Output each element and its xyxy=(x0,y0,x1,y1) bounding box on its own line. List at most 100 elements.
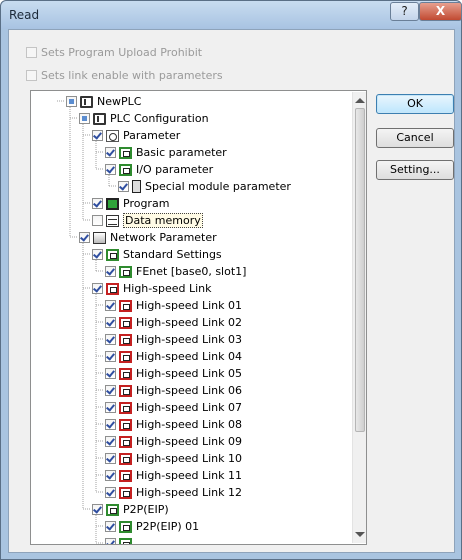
tree-item-label: High-speed Link 06 xyxy=(136,384,242,397)
tree-item[interactable]: High-speed Link 02 xyxy=(105,314,242,331)
link-icon xyxy=(119,299,132,312)
basic-parameter-icon xyxy=(119,146,132,159)
plc-icon xyxy=(80,95,93,108)
tree-item-checkbox[interactable] xyxy=(105,317,116,328)
tree-item[interactable]: Special module parameter xyxy=(118,178,291,195)
tree-item-label: Special module parameter xyxy=(145,180,291,193)
tree-item-label: High-speed Link 07 xyxy=(136,401,242,414)
tree-item[interactable]: High-speed Link 11 xyxy=(105,467,242,484)
tree-item-checkbox[interactable] xyxy=(79,113,90,124)
tree-item[interactable]: High-speed Link 05 xyxy=(105,365,242,382)
tree-item-checkbox[interactable] xyxy=(92,249,103,260)
p2p-icon xyxy=(106,503,119,516)
scroll-up-icon[interactable] xyxy=(355,98,365,103)
tree-item[interactable]: P2P(EIP) xyxy=(92,501,169,518)
tree-item-checkbox[interactable] xyxy=(105,164,116,175)
tree-item-checkbox[interactable] xyxy=(105,385,116,396)
tree-item[interactable]: FEnet [base0, slot1] xyxy=(105,263,246,280)
dialog-body: Sets Program Upload Prohibit Sets link e… xyxy=(8,29,455,553)
tree-item-checkbox[interactable] xyxy=(92,283,103,294)
setting-button[interactable]: Setting... xyxy=(376,160,454,180)
tree-item-label: PLC Configuration xyxy=(110,112,209,125)
tree-item[interactable]: High-speed Link 10 xyxy=(105,450,242,467)
link-icon xyxy=(119,384,132,397)
parameter-tree[interactable]: NewPLC PLC Configuration Parameter Basic pa… xyxy=(30,90,367,545)
tree-item-checkbox[interactable] xyxy=(105,351,116,362)
tree-item-label: High-speed Link 01 xyxy=(136,299,242,312)
cancel-button[interactable]: Cancel xyxy=(376,128,454,148)
link-icon xyxy=(119,435,132,448)
tree-item-checkbox[interactable] xyxy=(105,334,116,345)
tree-item-label: High-speed Link 09 xyxy=(136,435,242,448)
tree-item-checkbox[interactable] xyxy=(105,470,116,481)
tree-item[interactable]: High-speed Link 04 xyxy=(105,348,242,365)
tree-item[interactable]: High-speed Link 08 xyxy=(105,416,242,433)
tree-item-checkbox[interactable] xyxy=(118,181,129,192)
link-icon xyxy=(119,316,132,329)
tree-item[interactable]: NewPLC xyxy=(66,93,141,110)
upload-prohibit-checkbox xyxy=(26,46,37,58)
tree-item[interactable]: Basic parameter xyxy=(105,144,227,161)
module-icon xyxy=(132,180,141,193)
tree-item[interactable]: Network Parameter xyxy=(79,229,217,246)
scroll-thumb[interactable] xyxy=(355,108,365,432)
tree-item-label: High-speed Link 02 xyxy=(136,316,242,329)
tree-item-checkbox[interactable] xyxy=(105,521,116,532)
parameter-icon xyxy=(106,129,119,142)
tree-item[interactable]: High-speed Link xyxy=(92,280,212,297)
tree-item-label: P2P(EIP) xyxy=(123,503,169,516)
tree-item-label: Parameter xyxy=(123,129,181,142)
p2p-icon xyxy=(119,537,132,544)
tree-item-checkbox[interactable] xyxy=(79,232,90,243)
tree-item-checkbox[interactable] xyxy=(66,96,77,107)
tree-item[interactable]: P2P(EIP) 01 xyxy=(105,518,199,535)
tree-item[interactable]: High-speed Link 07 xyxy=(105,399,242,416)
tree-item-checkbox[interactable] xyxy=(92,130,103,141)
tree-item-checkbox[interactable] xyxy=(105,266,116,277)
tree-item-checkbox[interactable] xyxy=(105,436,116,447)
tree-item-checkbox[interactable] xyxy=(105,487,116,498)
tree-item[interactable]: Program xyxy=(92,195,169,212)
tree-item[interactable]: High-speed Link 03 xyxy=(105,331,242,348)
tree-item[interactable]: PLC Configuration xyxy=(79,110,209,127)
tree-item-checkbox[interactable] xyxy=(105,419,116,430)
tree-item-checkbox[interactable] xyxy=(105,147,116,158)
tree-item-label: High-speed Link 10 xyxy=(136,452,242,465)
tree-item[interactable]: High-speed Link 06 xyxy=(105,382,242,399)
window-title: Read xyxy=(9,8,40,22)
link-enable-label: Sets link enable with parameters xyxy=(41,68,223,82)
link-icon xyxy=(119,469,132,482)
tree-item[interactable]: Data memory xyxy=(92,212,203,229)
tree-item-checkbox[interactable] xyxy=(105,453,116,464)
tree-item[interactable]: High-speed Link 12 xyxy=(105,484,242,501)
tree-item-checkbox[interactable] xyxy=(105,300,116,311)
tree-item[interactable]: Parameter xyxy=(92,127,180,144)
tree-item[interactable] xyxy=(105,535,136,544)
ok-button[interactable]: OK xyxy=(376,94,454,114)
link-icon xyxy=(119,452,132,465)
tree-item-checkbox[interactable] xyxy=(105,402,116,413)
tree-item-label: High-speed Link 04 xyxy=(136,350,242,363)
tree-item[interactable]: I/O parameter xyxy=(105,161,213,178)
tree-item-checkbox[interactable] xyxy=(92,215,103,226)
tree-item-label: P2P(EIP) 01 xyxy=(136,520,200,533)
fenet-icon xyxy=(119,265,132,278)
link-icon xyxy=(119,401,132,414)
tree-item-checkbox[interactable] xyxy=(105,538,116,544)
tree-item-label: I/O parameter xyxy=(136,163,214,176)
tree-item[interactable]: High-speed Link 01 xyxy=(105,297,242,314)
tree-scrollbar[interactable] xyxy=(352,92,366,543)
link-enable-option: Sets link enable with parameters xyxy=(26,67,223,83)
tree-item[interactable]: High-speed Link 09 xyxy=(105,433,242,450)
memory-icon xyxy=(106,214,119,227)
tree-item-checkbox[interactable] xyxy=(92,504,103,515)
close-button[interactable]: X xyxy=(419,2,462,21)
help-button[interactable]: ? xyxy=(390,2,419,21)
tree-item[interactable]: Standard Settings xyxy=(92,246,222,263)
scroll-down-icon[interactable] xyxy=(355,532,365,537)
tree-item-checkbox[interactable] xyxy=(105,368,116,379)
link-icon xyxy=(119,486,132,499)
link-icon xyxy=(106,282,119,295)
title-bar[interactable]: Read ? X xyxy=(1,1,462,29)
tree-item-checkbox[interactable] xyxy=(92,198,103,209)
